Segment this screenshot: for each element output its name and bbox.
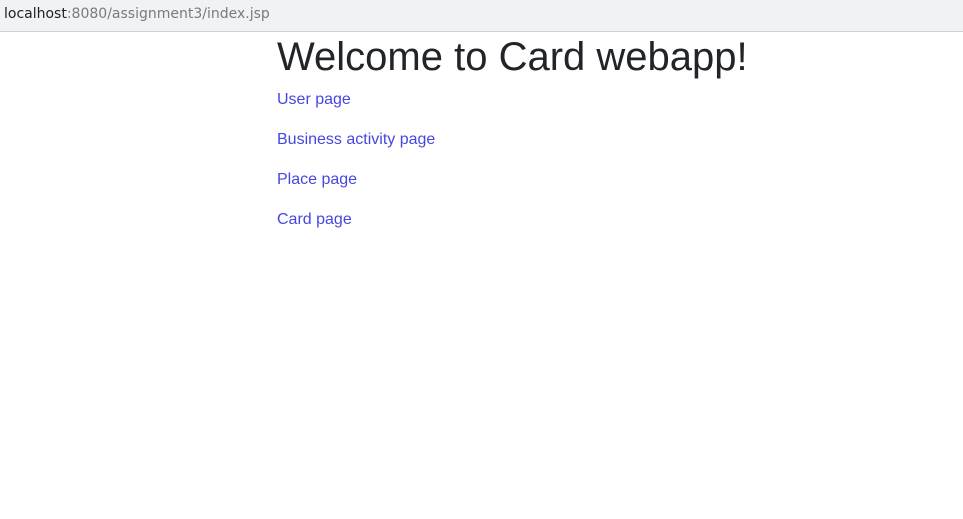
address-bar[interactable]: localhost:8080/assignment3/index.jsp	[0, 0, 963, 32]
nav-links: User page Business activity page Place p…	[277, 90, 937, 230]
business-activity-page-link[interactable]: Business activity page	[277, 130, 937, 150]
url-path: :8080/assignment3/index.jsp	[66, 6, 270, 22]
card-page-link[interactable]: Card page	[277, 210, 937, 230]
user-page-link[interactable]: User page	[277, 90, 937, 110]
main-content: Welcome to Card webapp! User page Busine…	[277, 33, 937, 230]
address-bar-url[interactable]: localhost:8080/assignment3/index.jsp	[4, 5, 270, 23]
page-title: Welcome to Card webapp!	[277, 35, 748, 79]
place-page-link[interactable]: Place page	[277, 170, 937, 190]
url-host: localhost	[4, 6, 67, 22]
